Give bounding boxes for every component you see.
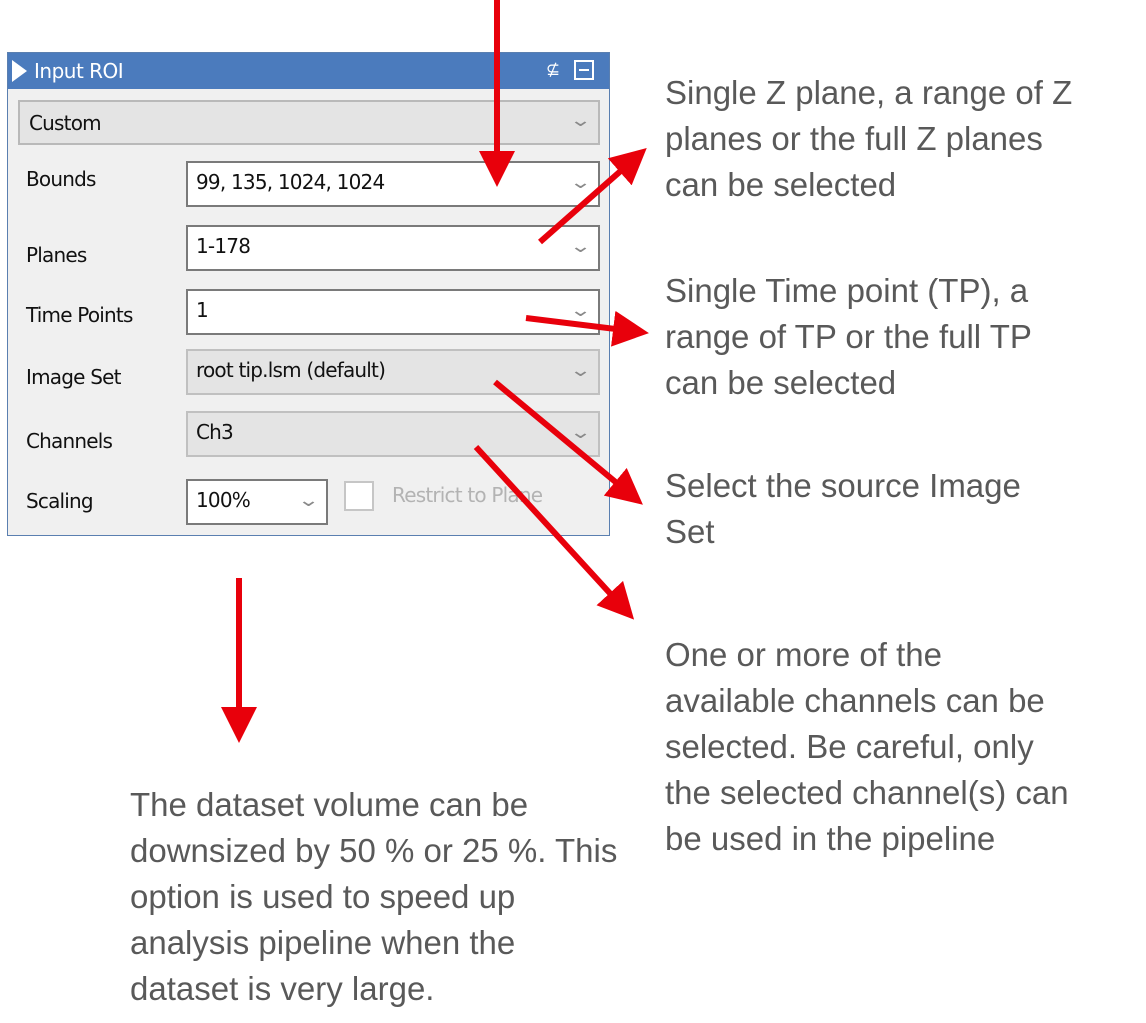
annotation-arrows [221,0,649,743]
arrow-imageset-note [493,379,643,505]
arrow-timepoints-note [525,310,649,347]
arrow-planes-note [538,148,647,245]
